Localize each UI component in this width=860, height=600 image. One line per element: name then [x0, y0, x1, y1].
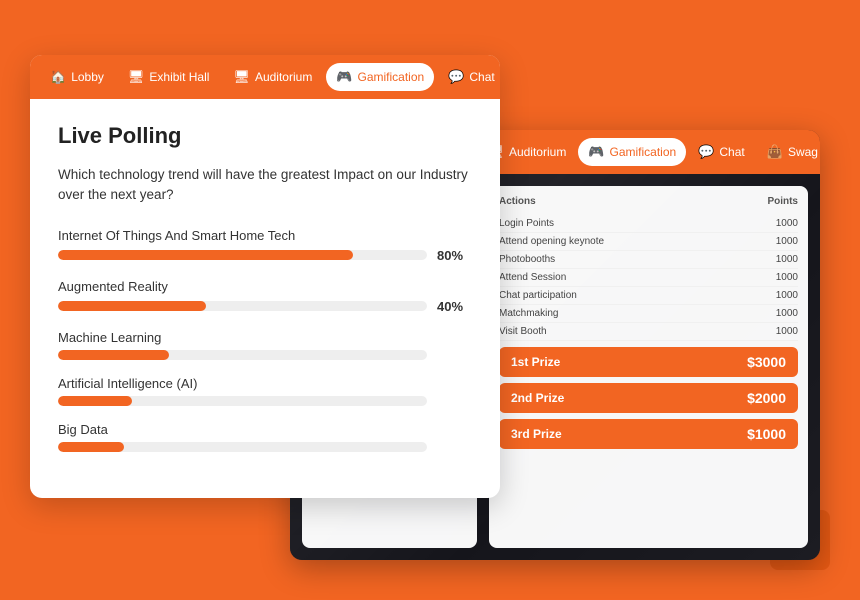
action-row-6: Visit Booth 1000 — [499, 323, 798, 341]
poll-option-ar[interactable]: Augmented Reality 40% — [58, 279, 472, 314]
back-chat-icon: 💬 — [698, 144, 714, 160]
nav-exhibit[interactable]: 🖥 Exhibit Hall — [118, 63, 220, 91]
bar-fill-ml — [58, 350, 169, 360]
live-polling-card: 🏠 Lobby 🖥 Exhibit Hall 🖥 Auditorium 🎮 Ga… — [30, 55, 500, 498]
bar-track-ar — [58, 301, 427, 311]
home-icon: 🏠 — [50, 69, 66, 85]
page-title: Live Polling — [58, 123, 472, 149]
back-swag-icon: 👜 — [767, 144, 783, 160]
bar-track-iot — [58, 250, 427, 260]
prize-row-1: 1st Prize $3000 — [499, 347, 798, 377]
action-row-2: Photobooths 1000 — [499, 251, 798, 269]
prize-row-3: 3rd Prize $1000 — [499, 419, 798, 449]
actions-header: Actions Points — [499, 196, 798, 207]
auditorium-icon: 🖥 — [233, 69, 250, 85]
nav-lobby[interactable]: 🏠 Lobby — [40, 63, 114, 91]
poll-option-ml[interactable]: Machine Learning — [58, 330, 472, 360]
bar-fill-bigdata — [58, 442, 124, 452]
front-nav-bar: 🏠 Lobby 🖥 Exhibit Hall 🖥 Auditorium 🎮 Ga… — [30, 55, 500, 99]
actions-col-label: Actions — [499, 196, 536, 207]
poll-option-iot[interactable]: Internet Of Things And Smart Home Tech 8… — [58, 228, 472, 263]
action-row-1: Attend opening keynote 1000 — [499, 233, 798, 251]
chat-icon: 💬 — [448, 69, 464, 85]
action-row-4: Chat participation 1000 — [499, 287, 798, 305]
polling-body: Live Polling Which technology trend will… — [30, 99, 500, 498]
back-nav-gamification[interactable]: 🎮 Gamification — [578, 138, 686, 166]
back-nav-chat[interactable]: 💬 Chat — [688, 138, 755, 166]
poll-option-ai[interactable]: Artificial Intelligence (AI) — [58, 376, 472, 406]
bar-track-ai — [58, 396, 427, 406]
back-nav-swag[interactable]: 👜 Swag Bag — [757, 138, 820, 166]
prize-row-2: 2nd Prize $2000 — [499, 383, 798, 413]
action-row-5: Matchmaking 1000 — [499, 305, 798, 323]
nav-chat[interactable]: 💬 Chat — [438, 63, 500, 91]
points-col-label: Points — [767, 196, 798, 207]
poll-question: Which technology trend will have the gre… — [58, 165, 472, 206]
poll-option-bigdata[interactable]: Big Data — [58, 422, 472, 452]
exhibit-icon: 🖥 — [128, 69, 145, 85]
action-row-3: Attend Session 1000 — [499, 269, 798, 287]
bar-fill-iot — [58, 250, 353, 260]
actions-panel: Actions Points Login Points 1000 Attend … — [489, 186, 808, 548]
back-gamification-icon: 🎮 — [588, 144, 604, 160]
nav-auditorium[interactable]: 🖥 Auditorium — [223, 63, 322, 91]
nav-gamification[interactable]: 🎮 Gamification — [326, 63, 434, 91]
bar-fill-ar — [58, 301, 206, 311]
action-row-0: Login Points 1000 — [499, 215, 798, 233]
bar-fill-ai — [58, 396, 132, 406]
bar-track-ml — [58, 350, 427, 360]
gamification-icon: 🎮 — [336, 69, 352, 85]
bar-track-bigdata — [58, 442, 427, 452]
